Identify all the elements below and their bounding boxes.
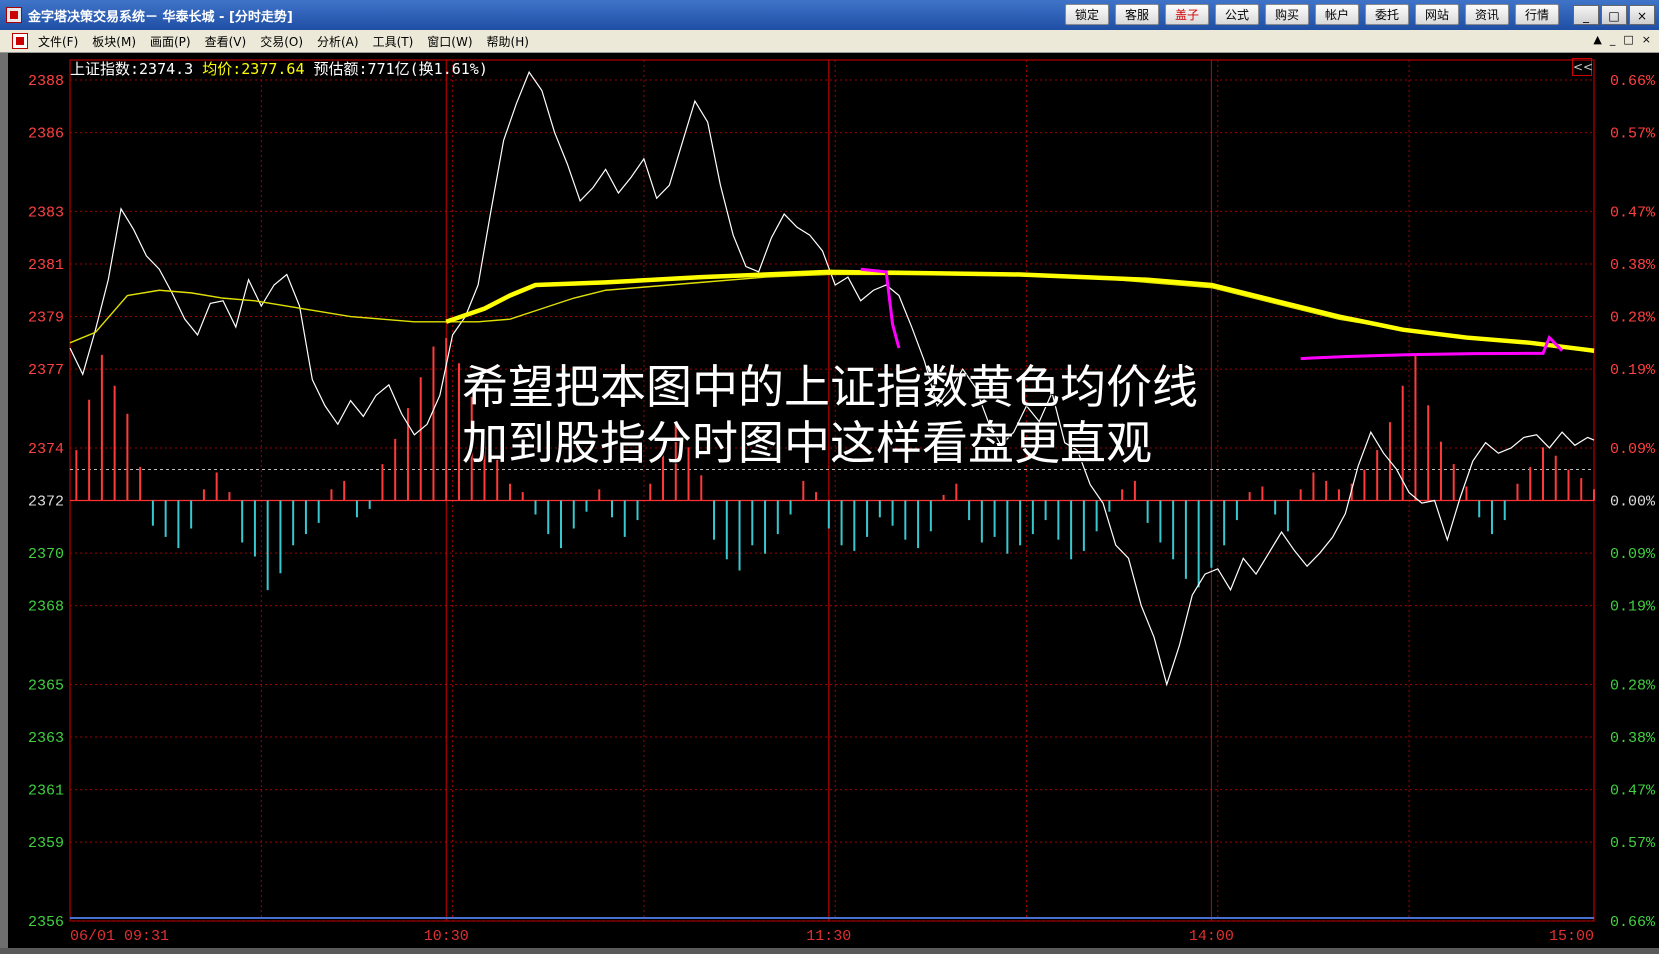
price-tick-label: 2356 bbox=[28, 914, 64, 931]
percent-tick-label: 0.57% bbox=[1610, 835, 1656, 852]
collapse-button[interactable]: << bbox=[1572, 58, 1593, 76]
percent-tick-label: 0.00% bbox=[1610, 494, 1656, 511]
avg-price-value: 均价:2377.64 bbox=[202, 60, 314, 78]
percent-tick-label: 0.19% bbox=[1610, 599, 1656, 616]
percent-tick-label: 0.28% bbox=[1610, 677, 1656, 694]
price-tick-label: 2359 bbox=[28, 835, 64, 852]
status-strip bbox=[0, 948, 1659, 954]
price-tick-label: 2377 bbox=[28, 362, 64, 379]
time-axis-labels: 06/01 09:31 10:30 11:30 14:00 15:00 bbox=[70, 928, 1594, 945]
price-tick-label: 2370 bbox=[28, 546, 64, 563]
price-tick-label: 2388 bbox=[28, 73, 64, 90]
price-tick-label: 2381 bbox=[28, 257, 64, 274]
time-tick-label: 10:30 bbox=[424, 928, 469, 945]
price-tick-label: 2365 bbox=[28, 677, 64, 694]
magenta-arrow-down bbox=[860, 267, 901, 349]
percent-tick-label: 0.19% bbox=[1610, 362, 1656, 379]
average-price-line bbox=[69, 273, 1595, 353]
price-tick-label: 2383 bbox=[28, 204, 64, 221]
price-tick-label: 2374 bbox=[28, 441, 64, 458]
amount-value: 预估额:771亿(换1.61%) bbox=[313, 60, 488, 78]
percent-axis-labels: 0.66% 0.57% 0.47% 0.38% 0.28% 0.19% 0.09% 0.00%… bbox=[1610, 73, 1656, 931]
price-tick-label: 2379 bbox=[28, 310, 64, 327]
time-tick-label: 15:00 bbox=[1549, 928, 1594, 945]
percent-tick-label: 0.66% bbox=[1610, 914, 1656, 931]
hand-drawn-avg-line bbox=[445, 269, 1595, 353]
price-axis-labels: 2388 2386 2383 2381 2379 2377 2374 2372 2370 2368… bbox=[28, 73, 64, 931]
percent-tick-label: 0.47% bbox=[1610, 783, 1656, 800]
chart-header: 上证指数:2374.3 均价:2377.64 预估额:771亿(换1.61%) bbox=[70, 58, 488, 79]
time-tick-label: 11:30 bbox=[806, 928, 851, 945]
time-tick-label: 14:00 bbox=[1189, 928, 1234, 945]
percent-tick-label: 0.28% bbox=[1610, 310, 1656, 327]
percent-tick-label: 0.66% bbox=[1610, 73, 1656, 90]
percent-tick-label: 0.09% bbox=[1610, 546, 1656, 563]
price-tick-label: 2361 bbox=[28, 783, 64, 800]
hand-drawn-annotations bbox=[445, 267, 1595, 361]
percent-tick-label: 0.38% bbox=[1610, 730, 1656, 747]
price-tick-label: 2372 bbox=[28, 494, 64, 511]
overlay-caption-line2: 加到股指分时图中这样看盘更直观 bbox=[462, 416, 1152, 470]
index-value: 上证指数:2374.3 bbox=[70, 60, 203, 78]
percent-tick-label: 0.47% bbox=[1610, 204, 1656, 221]
price-tick-label: 2386 bbox=[28, 126, 64, 143]
price-tick-label: 2363 bbox=[28, 730, 64, 747]
intraday-chart[interactable]: 2388 2386 2383 2381 2379 2377 2374 2372 2370 2368… bbox=[0, 0, 1659, 954]
percent-tick-label: 0.38% bbox=[1610, 257, 1656, 274]
price-tick-label: 2368 bbox=[28, 599, 64, 616]
percent-tick-label: 0.09% bbox=[1610, 441, 1656, 458]
time-tick-label: 06/01 09:31 bbox=[70, 928, 169, 945]
percent-tick-label: 0.57% bbox=[1610, 126, 1656, 143]
